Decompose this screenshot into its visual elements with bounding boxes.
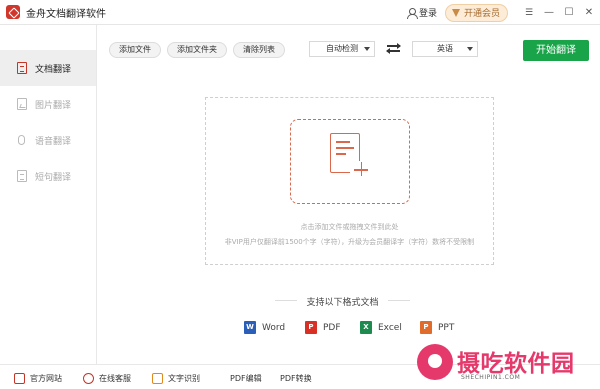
add-file-button[interactable]: 添加文件 — [109, 42, 161, 58]
word-icon: W — [244, 321, 256, 334]
microphone-icon — [18, 135, 25, 145]
sidebar-item-document-translate[interactable]: 文档翻译 — [0, 50, 96, 86]
online-support-link[interactable]: 在线客服 — [83, 373, 131, 384]
add-file-area[interactable] — [290, 119, 410, 204]
swap-languages-icon[interactable] — [386, 43, 401, 54]
sentence-icon — [17, 170, 27, 182]
add-folder-button[interactable]: 添加文件夹 — [167, 42, 227, 58]
maximize-icon[interactable]: ☐ — [560, 7, 578, 18]
clear-list-button[interactable]: 清除列表 — [233, 42, 285, 58]
vip-button[interactable]: 开通会员 — [444, 3, 508, 22]
format-word: W Word — [244, 321, 285, 334]
title-bar: 金舟文档翻译软件 登录 开通会员 ☰ — ☐ ✕ — [0, 0, 600, 25]
document-icon — [17, 62, 27, 74]
chevron-down-icon — [467, 47, 473, 51]
bottom-item-label: 在线客服 — [99, 374, 131, 383]
supported-formats-title: 支持以下格式文档 — [275, 295, 410, 308]
format-label: Excel — [378, 322, 402, 333]
close-icon[interactable]: ✕ — [580, 7, 598, 18]
start-translate-button[interactable]: 开始翻译 — [523, 40, 589, 61]
excel-icon: X — [360, 321, 372, 334]
sidebar-item-label: 短句翻译 — [35, 172, 72, 183]
format-excel: X Excel — [360, 321, 402, 334]
sidebar-item-label: 图片翻译 — [35, 100, 72, 111]
sidebar: 文档翻译 图片翻译 语音翻译 短句翻译 — [0, 25, 97, 364]
minimize-icon[interactable]: — — [540, 7, 558, 18]
target-language-select[interactable]: 英语 — [412, 41, 478, 57]
format-label: PDF — [323, 322, 341, 333]
login-button[interactable]: 登录 — [406, 6, 437, 19]
bottom-item-label: PDF转换 — [280, 374, 312, 383]
add-document-icon — [330, 133, 368, 189]
watermark-subtext: SHECHIPIN1.COM — [461, 374, 521, 381]
ocr-icon — [152, 373, 163, 384]
bottom-item-label: PDF编辑 — [230, 374, 262, 383]
text-recognition-link[interactable]: 文字识别 — [152, 373, 200, 384]
support-icon — [83, 373, 94, 384]
drop-hint: 点击添加文件或拖拽文件到此处 — [300, 223, 399, 231]
source-language-select[interactable]: 自动检测 — [309, 41, 375, 57]
sidebar-item-label: 语音翻译 — [35, 136, 72, 147]
format-label: PPT — [438, 322, 455, 333]
file-drop-zone[interactable]: 点击添加文件或拖拽文件到此处 非VIP用户仅翻译前1500个字（字符），升级为会… — [205, 97, 494, 265]
format-ppt: P PPT — [420, 321, 454, 334]
app-title: 金舟文档翻译软件 — [26, 8, 106, 20]
chevron-down-icon — [364, 47, 370, 51]
vip-limit-notice: 非VIP用户仅翻译前1500个字（字符），升级为会员翻译字（字符）数将不受限制 — [224, 238, 475, 246]
toolbar: 添加文件 添加文件夹 清除列表 自动检测 英语 开始翻译 — [97, 25, 600, 71]
pdf-edit-link[interactable]: PDF编辑 — [230, 373, 262, 384]
pdf-convert-link[interactable]: PDF转换 — [280, 373, 312, 384]
user-icon — [406, 7, 418, 19]
bottom-item-label: 官方网站 — [30, 374, 62, 383]
pdf-icon: P — [305, 321, 317, 334]
menu-icon[interactable]: ☰ — [520, 8, 538, 18]
target-language-value: 英语 — [437, 44, 453, 53]
sidebar-item-label: 文档翻译 — [35, 64, 72, 75]
watermark-text: 摄吃软件园 — [457, 351, 575, 377]
ppt-icon: P — [420, 321, 432, 334]
format-label: Word — [262, 322, 286, 333]
source-language-value: 自动检测 — [326, 44, 358, 53]
app-logo-icon — [6, 5, 20, 19]
website-icon — [14, 373, 25, 384]
watermark-logo-icon — [417, 344, 453, 380]
vip-label: 开通会员 — [463, 9, 500, 19]
sidebar-item-voice-translate[interactable]: 语音翻译 — [0, 122, 96, 158]
official-website-link[interactable]: 官方网站 — [14, 373, 62, 384]
watermark: 摄吃软件园 SHECHIPIN1.COM — [417, 340, 597, 389]
image-icon — [17, 98, 27, 110]
diamond-icon — [451, 8, 461, 17]
login-label: 登录 — [418, 9, 437, 19]
sidebar-item-sentence-translate[interactable]: 短句翻译 — [0, 158, 96, 194]
bottom-item-label: 文字识别 — [168, 374, 200, 383]
format-pdf: P PDF — [305, 321, 341, 334]
sidebar-item-image-translate[interactable]: 图片翻译 — [0, 86, 96, 122]
